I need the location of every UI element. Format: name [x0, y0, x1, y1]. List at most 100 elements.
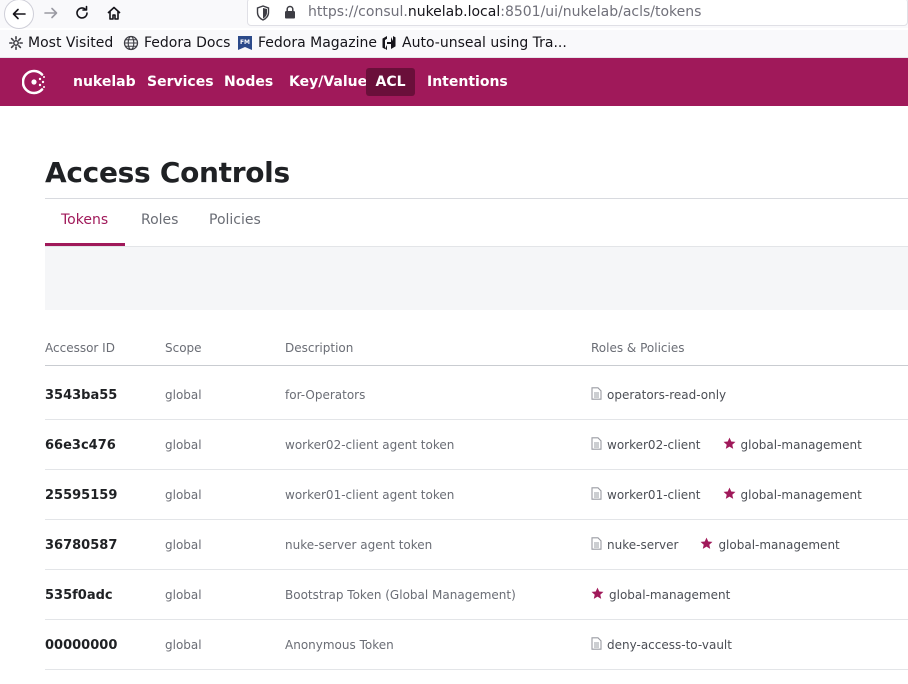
bookmark-label: Fedora Docs [144, 35, 231, 51]
description-cell: Anonymous Token [285, 638, 394, 652]
bookmark-fedora-magazine[interactable]: FM Fedora Magazine [237, 35, 377, 51]
nav-services[interactable]: Services [139, 68, 222, 96]
column-header-scope[interactable]: Scope [165, 341, 202, 355]
table-row[interactable]: 00000000 global Anonymous Token deny-access… [45, 620, 908, 670]
page-title: Access Controls [45, 156, 290, 189]
policy-tag[interactable]: global-management [723, 437, 862, 453]
scope-cell: global [165, 538, 202, 552]
policy-name: global-management [740, 438, 862, 452]
home-button[interactable] [100, 0, 128, 26]
policy-tag[interactable]: worker02-client [591, 437, 701, 453]
policy-tag[interactable]: worker01-client [591, 487, 701, 503]
policy-tag[interactable]: global-management [723, 487, 862, 503]
bookmark-label: Most Visited [28, 35, 114, 51]
home-icon [107, 6, 121, 20]
shield-icon[interactable] [256, 5, 270, 21]
consul-logo-icon[interactable] [22, 69, 48, 95]
accessor-id-link[interactable]: 00000000 [45, 620, 117, 670]
nav-key-value[interactable]: Key/Value [281, 68, 375, 96]
accessor-id-link[interactable]: 36780587 [45, 520, 117, 570]
accessor-id-link[interactable]: 66e3c476 [45, 420, 116, 470]
policy-name: global-management [718, 538, 840, 552]
policy-document-icon [591, 387, 602, 403]
column-header-accessor-id[interactable]: Accessor ID [45, 341, 115, 355]
bookmark-auto-unseal[interactable]: Auto-unseal using Tra... [381, 35, 567, 51]
nav-acl[interactable]: ACL [366, 68, 415, 96]
policy-name: worker01-client [607, 488, 701, 502]
policy-name: operators-read-only [607, 388, 727, 402]
accessor-id-link[interactable]: 25595159 [45, 470, 117, 520]
nav-datacenter[interactable]: nukelab [65, 68, 144, 96]
table-row[interactable]: 535f0adc global Bootstrap Token (Global Ma… [45, 570, 908, 620]
policy-name: global-management [609, 588, 731, 602]
table-row[interactable]: 66e3c476 global worker02-client agent toke… [45, 420, 908, 470]
filter-bar [45, 247, 908, 310]
column-header-roles-policies[interactable]: Roles & Policies [591, 341, 684, 355]
policy-document-icon [591, 487, 602, 503]
policy-tag[interactable]: operators-read-only [591, 387, 726, 403]
policy-name: worker02-client [607, 438, 701, 452]
star-icon [723, 487, 736, 503]
back-button[interactable] [4, 0, 34, 29]
scope-cell: global [165, 438, 202, 452]
bookmarks-bar: Most Visited Fedora Docs FM Fedora Magaz… [0, 30, 908, 58]
reload-icon [76, 5, 88, 19]
description-cell: for-Operators [285, 388, 366, 402]
nav-intentions[interactable]: Intentions [419, 68, 516, 96]
column-header-description[interactable]: Description [285, 341, 353, 355]
tab-tokens[interactable]: Tokens [61, 212, 108, 228]
bookmark-fedora-docs[interactable]: Fedora Docs [123, 35, 230, 51]
hashicorp-icon [382, 36, 396, 50]
title-divider [45, 198, 908, 199]
policy-name: deny-access-to-vault [607, 638, 732, 652]
arrow-right-icon [44, 7, 58, 19]
policy-name: nuke-server [607, 538, 679, 552]
scope-cell: global [165, 588, 202, 602]
description-cell: worker01-client agent token [285, 488, 455, 502]
main-nav: nukelab Services Nodes Key/Value ACL Int… [0, 58, 908, 106]
policy-document-icon [591, 637, 602, 653]
bookmark-label: Fedora Magazine [258, 35, 377, 51]
fedora-magazine-icon: FM [238, 36, 252, 50]
accessor-id-link[interactable]: 3543ba55 [45, 370, 117, 420]
roles-policies-cell: nuke-server global-management [591, 520, 862, 570]
scope-cell: global [165, 388, 202, 402]
accessor-id-link[interactable]: 535f0adc [45, 570, 113, 620]
scope-cell: global [165, 638, 202, 652]
policy-tag[interactable]: global-management [700, 537, 840, 553]
roles-policies-cell: global-management [591, 570, 752, 620]
nav-nodes[interactable]: Nodes [216, 68, 281, 96]
description-cell: nuke-server agent token [285, 538, 433, 552]
policy-document-icon [591, 537, 602, 553]
globe-icon [123, 35, 139, 51]
policy-tag[interactable]: deny-access-to-vault [591, 637, 732, 653]
description-cell: Bootstrap Token (Global Management) [285, 588, 516, 602]
policy-name: global-management [740, 488, 862, 502]
policy-tag[interactable]: global-management [591, 587, 730, 603]
forward-button[interactable] [37, 0, 65, 26]
bookmark-most-visited[interactable]: Most Visited [9, 35, 113, 51]
browser-toolbar: https://consul.nukelab.local:8501/ui/nuk… [0, 0, 908, 29]
table-row[interactable]: 25595159 global worker01-client agent toke… [45, 470, 908, 520]
roles-policies-cell: worker01-client global-management [591, 470, 884, 520]
description-cell: worker02-client agent token [285, 438, 455, 452]
star-icon [591, 587, 604, 603]
scope-cell: global [165, 488, 202, 502]
tab-policies[interactable]: Policies [209, 212, 261, 228]
policy-document-icon [591, 437, 602, 453]
star-icon [723, 437, 736, 453]
table-row[interactable]: 36780587 global nuke-server agent token nuk… [45, 520, 908, 570]
lock-icon[interactable] [284, 5, 296, 19]
url-bar[interactable]: https://consul.nukelab.local:8501/ui/nuk… [247, 0, 908, 26]
table-header-divider [45, 365, 908, 366]
table-row[interactable]: 3543ba55 global for-Operators operators-rea… [45, 370, 908, 420]
arrow-left-icon [12, 8, 26, 20]
svg-text:FM: FM [240, 39, 250, 46]
tab-roles[interactable]: Roles [141, 212, 178, 228]
policy-tag[interactable]: nuke-server [591, 537, 678, 553]
reload-button[interactable] [68, 0, 96, 26]
star-icon [700, 537, 713, 553]
bookmark-label: Auto-unseal using Tra... [402, 35, 567, 51]
gear-icon [9, 36, 23, 50]
url-text[interactable]: https://consul.nukelab.local:8501/ui/nuk… [308, 4, 701, 20]
